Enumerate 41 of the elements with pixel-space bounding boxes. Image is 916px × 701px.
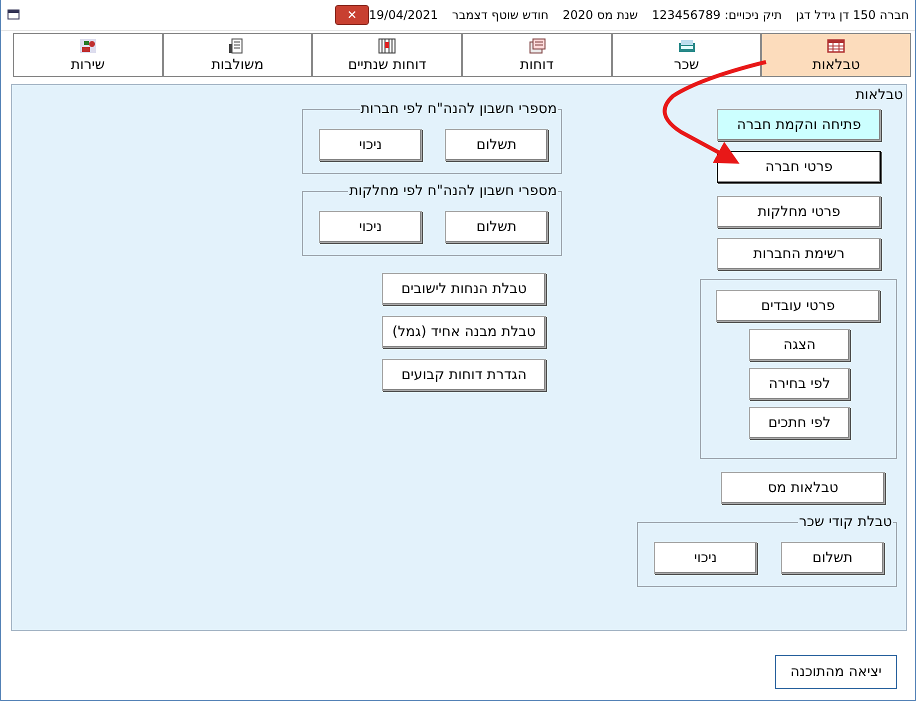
panel-title: טבלאות	[855, 87, 903, 103]
window-icon	[7, 9, 21, 21]
tab[interactable]: דוחות	[462, 33, 612, 77]
command-button[interactable]: טבלאות מס	[721, 472, 885, 504]
command-button[interactable]: ניכוי	[654, 542, 757, 574]
command-button[interactable]: לפי בחירה	[749, 368, 850, 400]
command-button[interactable]: תשלום	[445, 129, 548, 161]
close-button[interactable]: ✕	[334, 5, 369, 25]
group-title: מספרי חשבון להנה"ח לפי חברות	[360, 100, 558, 118]
command-button[interactable]: ניכוי	[319, 129, 422, 161]
tab[interactable]: טבלאות	[761, 33, 911, 77]
title-text: חברה 150 דן גידל דגן	[796, 8, 909, 22]
exit-button[interactable]: יציאה מהתוכנה	[775, 655, 897, 689]
group-title: מספרי חשבון להנה"ח לפי מחלקות	[348, 182, 558, 200]
title-text: 19/04/2021	[368, 8, 438, 22]
title-text: תיק ניכויים: 123456789	[652, 8, 782, 22]
command-button[interactable]: פרטי מחלקות	[717, 196, 881, 228]
tab[interactable]: שירות	[12, 33, 163, 77]
command-button[interactable]: פרטי עובדים	[716, 290, 880, 322]
documents-icon	[528, 38, 546, 54]
command-button[interactable]: טבלת הנחות לישובים	[382, 273, 546, 305]
tab[interactable]: שכר	[612, 33, 762, 77]
command-button[interactable]: תשלום	[445, 211, 548, 243]
command-button[interactable]: פתיחה והקמת חברה	[717, 109, 881, 141]
title-text: חודש שוטף דצמבר	[452, 8, 549, 22]
command-button[interactable]: טבלת מבנה אחיד (גמל)	[382, 316, 546, 348]
command-button[interactable]: ניכוי	[319, 211, 422, 243]
command-button[interactable]: לפי חתכים	[749, 407, 850, 439]
register-icon	[678, 38, 696, 54]
command-button[interactable]: הצגה	[749, 329, 850, 361]
command-button[interactable]: תשלום	[781, 542, 884, 574]
tab[interactable]: משולבות	[162, 33, 312, 77]
shapes-icon	[78, 38, 97, 54]
group-title: טבלת קודי שכר	[798, 513, 893, 531]
tab[interactable]: דוחות שנתיים	[312, 33, 462, 77]
command-button[interactable]: רשימת החברות	[717, 238, 881, 270]
command-button[interactable]: הגדרת דוחות קבועים	[382, 359, 546, 391]
command-button[interactable]: פרטי חברה	[717, 151, 881, 183]
table-icon	[827, 38, 846, 54]
grid-icon	[378, 38, 396, 54]
title-text: שנת מס 2020	[562, 8, 638, 22]
